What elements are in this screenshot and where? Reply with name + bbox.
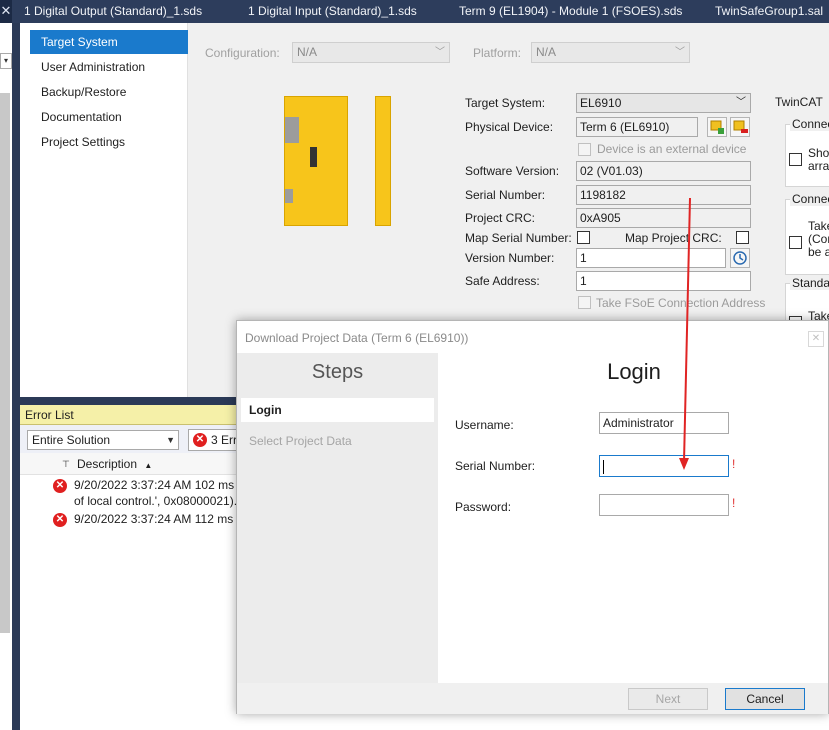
- left-panel-edge: ▾: [0, 23, 20, 730]
- external-device-checkbox[interactable]: [578, 143, 591, 156]
- serial-number-field: 1198182: [576, 185, 751, 205]
- editor-navigation: Target System User Administration Backup…: [20, 23, 195, 397]
- connection-group-1-title: Connect: [790, 117, 829, 131]
- chevron-down-icon: ﹀: [435, 47, 445, 58]
- error-description: 9/20/2022 3:37:24 AM 112 ms |: [74, 512, 240, 526]
- chevron-down-icon: ﹀: [736, 97, 746, 108]
- nav-item-project-settings[interactable]: Project Settings: [30, 130, 188, 154]
- take-connection-checkbox[interactable]: [789, 236, 802, 249]
- tab-digital-input[interactable]: 1 Digital Input (Standard)_1.sds: [248, 4, 417, 18]
- take-connection-label: Take(Connbe ad: [808, 219, 829, 259]
- map-crc-checkbox[interactable]: [736, 231, 749, 244]
- show-array-checkbox[interactable]: [789, 153, 802, 166]
- error-icon: ✕: [53, 479, 67, 493]
- safe-address-input[interactable]: 1: [576, 271, 751, 291]
- serial-number-label: Serial Number:: [455, 459, 536, 473]
- login-title: Login: [607, 359, 661, 384]
- physical-device-field: Term 6 (EL6910): [576, 117, 698, 137]
- target-system-value: EL6910: [580, 96, 622, 110]
- software-version-field: 02 (V01.03): [576, 161, 751, 181]
- map-crc-label: Map Project CRC:: [625, 231, 722, 245]
- serial-number-input[interactable]: [599, 455, 729, 477]
- version-number-input[interactable]: 1: [576, 248, 726, 268]
- platform-label: Platform:: [473, 46, 522, 60]
- project-crc-field: 0xA905: [576, 208, 751, 228]
- password-label: Password:: [455, 500, 512, 514]
- filter-icon[interactable]: ⊤: [62, 453, 70, 475]
- dialog-title: Download Project Data (Term 6 (EL6910)): [245, 331, 469, 345]
- software-version-label: Software Version:: [465, 164, 560, 178]
- nav-item-user-administration[interactable]: User Administration: [30, 55, 188, 79]
- username-label: Username:: [455, 418, 514, 432]
- target-system-select[interactable]: EL6910 ﹀: [576, 93, 751, 113]
- tab-digital-output[interactable]: 1 Digital Output (Standard)_1.sds: [24, 4, 202, 18]
- chevron-down-icon: ▼: [166, 435, 175, 445]
- next-button[interactable]: Next: [628, 688, 708, 710]
- version-number-label: Version Number:: [465, 251, 555, 265]
- scope-value: Entire Solution: [32, 433, 111, 447]
- target-system-label: Target System:: [465, 96, 546, 110]
- physical-device-label: Physical Device:: [465, 120, 554, 134]
- take-fsoe-checkbox[interactable]: [578, 296, 591, 309]
- cancel-button[interactable]: Cancel: [725, 688, 805, 710]
- serial-number-label: Serial Number:: [465, 188, 546, 202]
- nav-item-documentation[interactable]: Documentation: [30, 105, 188, 129]
- text-caret: [603, 459, 604, 474]
- error-description: 9/20/2022 3:37:24 AM 102 ms | of local co…: [74, 478, 241, 508]
- twincat-title: TwinCAT: [775, 95, 823, 109]
- add-device-icon[interactable]: [707, 117, 727, 137]
- error-icon: ✕: [193, 433, 207, 447]
- password-input[interactable]: [599, 494, 729, 516]
- scope-select[interactable]: Entire Solution ▼: [27, 430, 179, 450]
- dialog-footer: Next Cancel: [237, 683, 828, 714]
- standard-group-title: Standar: [790, 276, 829, 290]
- steps-title: Steps: [311, 361, 364, 383]
- sort-ascending-icon: ▲: [144, 461, 153, 470]
- map-serial-checkbox[interactable]: [577, 231, 590, 244]
- column-description[interactable]: Description ▲: [77, 453, 152, 475]
- error-icon: ✕: [53, 513, 67, 527]
- tab-twinsafegroup[interactable]: TwinSafeGroup1.sal: [715, 4, 823, 18]
- chevron-down-icon[interactable]: ▾: [0, 53, 12, 69]
- remove-device-icon[interactable]: [730, 117, 750, 137]
- map-serial-label: Map Serial Number:: [465, 231, 572, 245]
- take-fsoe-label: Take FSoE Connection Address: [596, 296, 766, 310]
- platform-value: N/A: [536, 45, 557, 59]
- close-icon[interactable]: ✕: [0, 0, 12, 23]
- username-input[interactable]: Administrator: [599, 412, 729, 434]
- nav-item-backup-restore[interactable]: Backup/Restore: [30, 80, 188, 104]
- history-icon[interactable]: [730, 248, 750, 268]
- scrollbar[interactable]: [0, 93, 10, 633]
- required-marker: !: [732, 496, 736, 510]
- configuration-label: Configuration:: [205, 46, 280, 60]
- document-tab-bar: ✕ 1 Digital Output (Standard)_1.sds 1 Di…: [0, 0, 829, 23]
- nav-item-target-system[interactable]: Target System: [30, 30, 195, 54]
- device-image: [284, 96, 348, 226]
- show-array-label: Showarray: [808, 146, 829, 173]
- project-crc-label: Project CRC:: [465, 211, 536, 225]
- download-project-dialog: Download Project Data (Term 6 (EL6910)) …: [236, 320, 829, 714]
- platform-select[interactable]: N/A ﹀: [531, 42, 690, 63]
- chevron-down-icon: ﹀: [675, 47, 685, 58]
- connection-group-2-title: Connect: [790, 192, 829, 206]
- connection-group-1: Connect Showarray: [785, 117, 829, 187]
- configuration-value: N/A: [297, 45, 318, 59]
- device-side-image: [375, 96, 391, 226]
- steps-panel: Steps Login Select Project Data: [237, 353, 438, 683]
- step-select-project-data: Select Project Data: [249, 434, 352, 448]
- external-device-label: Device is an external device: [597, 142, 747, 156]
- required-marker: !: [732, 457, 736, 471]
- safe-address-label: Safe Address:: [465, 274, 540, 288]
- connection-group-2: Connect Take(Connbe ad: [785, 192, 829, 275]
- configuration-select[interactable]: N/A ﹀: [292, 42, 450, 63]
- tab-term9-module1[interactable]: Term 9 (EL1904) - Module 1 (FSOES).sds: [459, 4, 682, 18]
- step-login[interactable]: Login: [241, 398, 434, 422]
- close-icon[interactable]: ✕: [808, 331, 824, 347]
